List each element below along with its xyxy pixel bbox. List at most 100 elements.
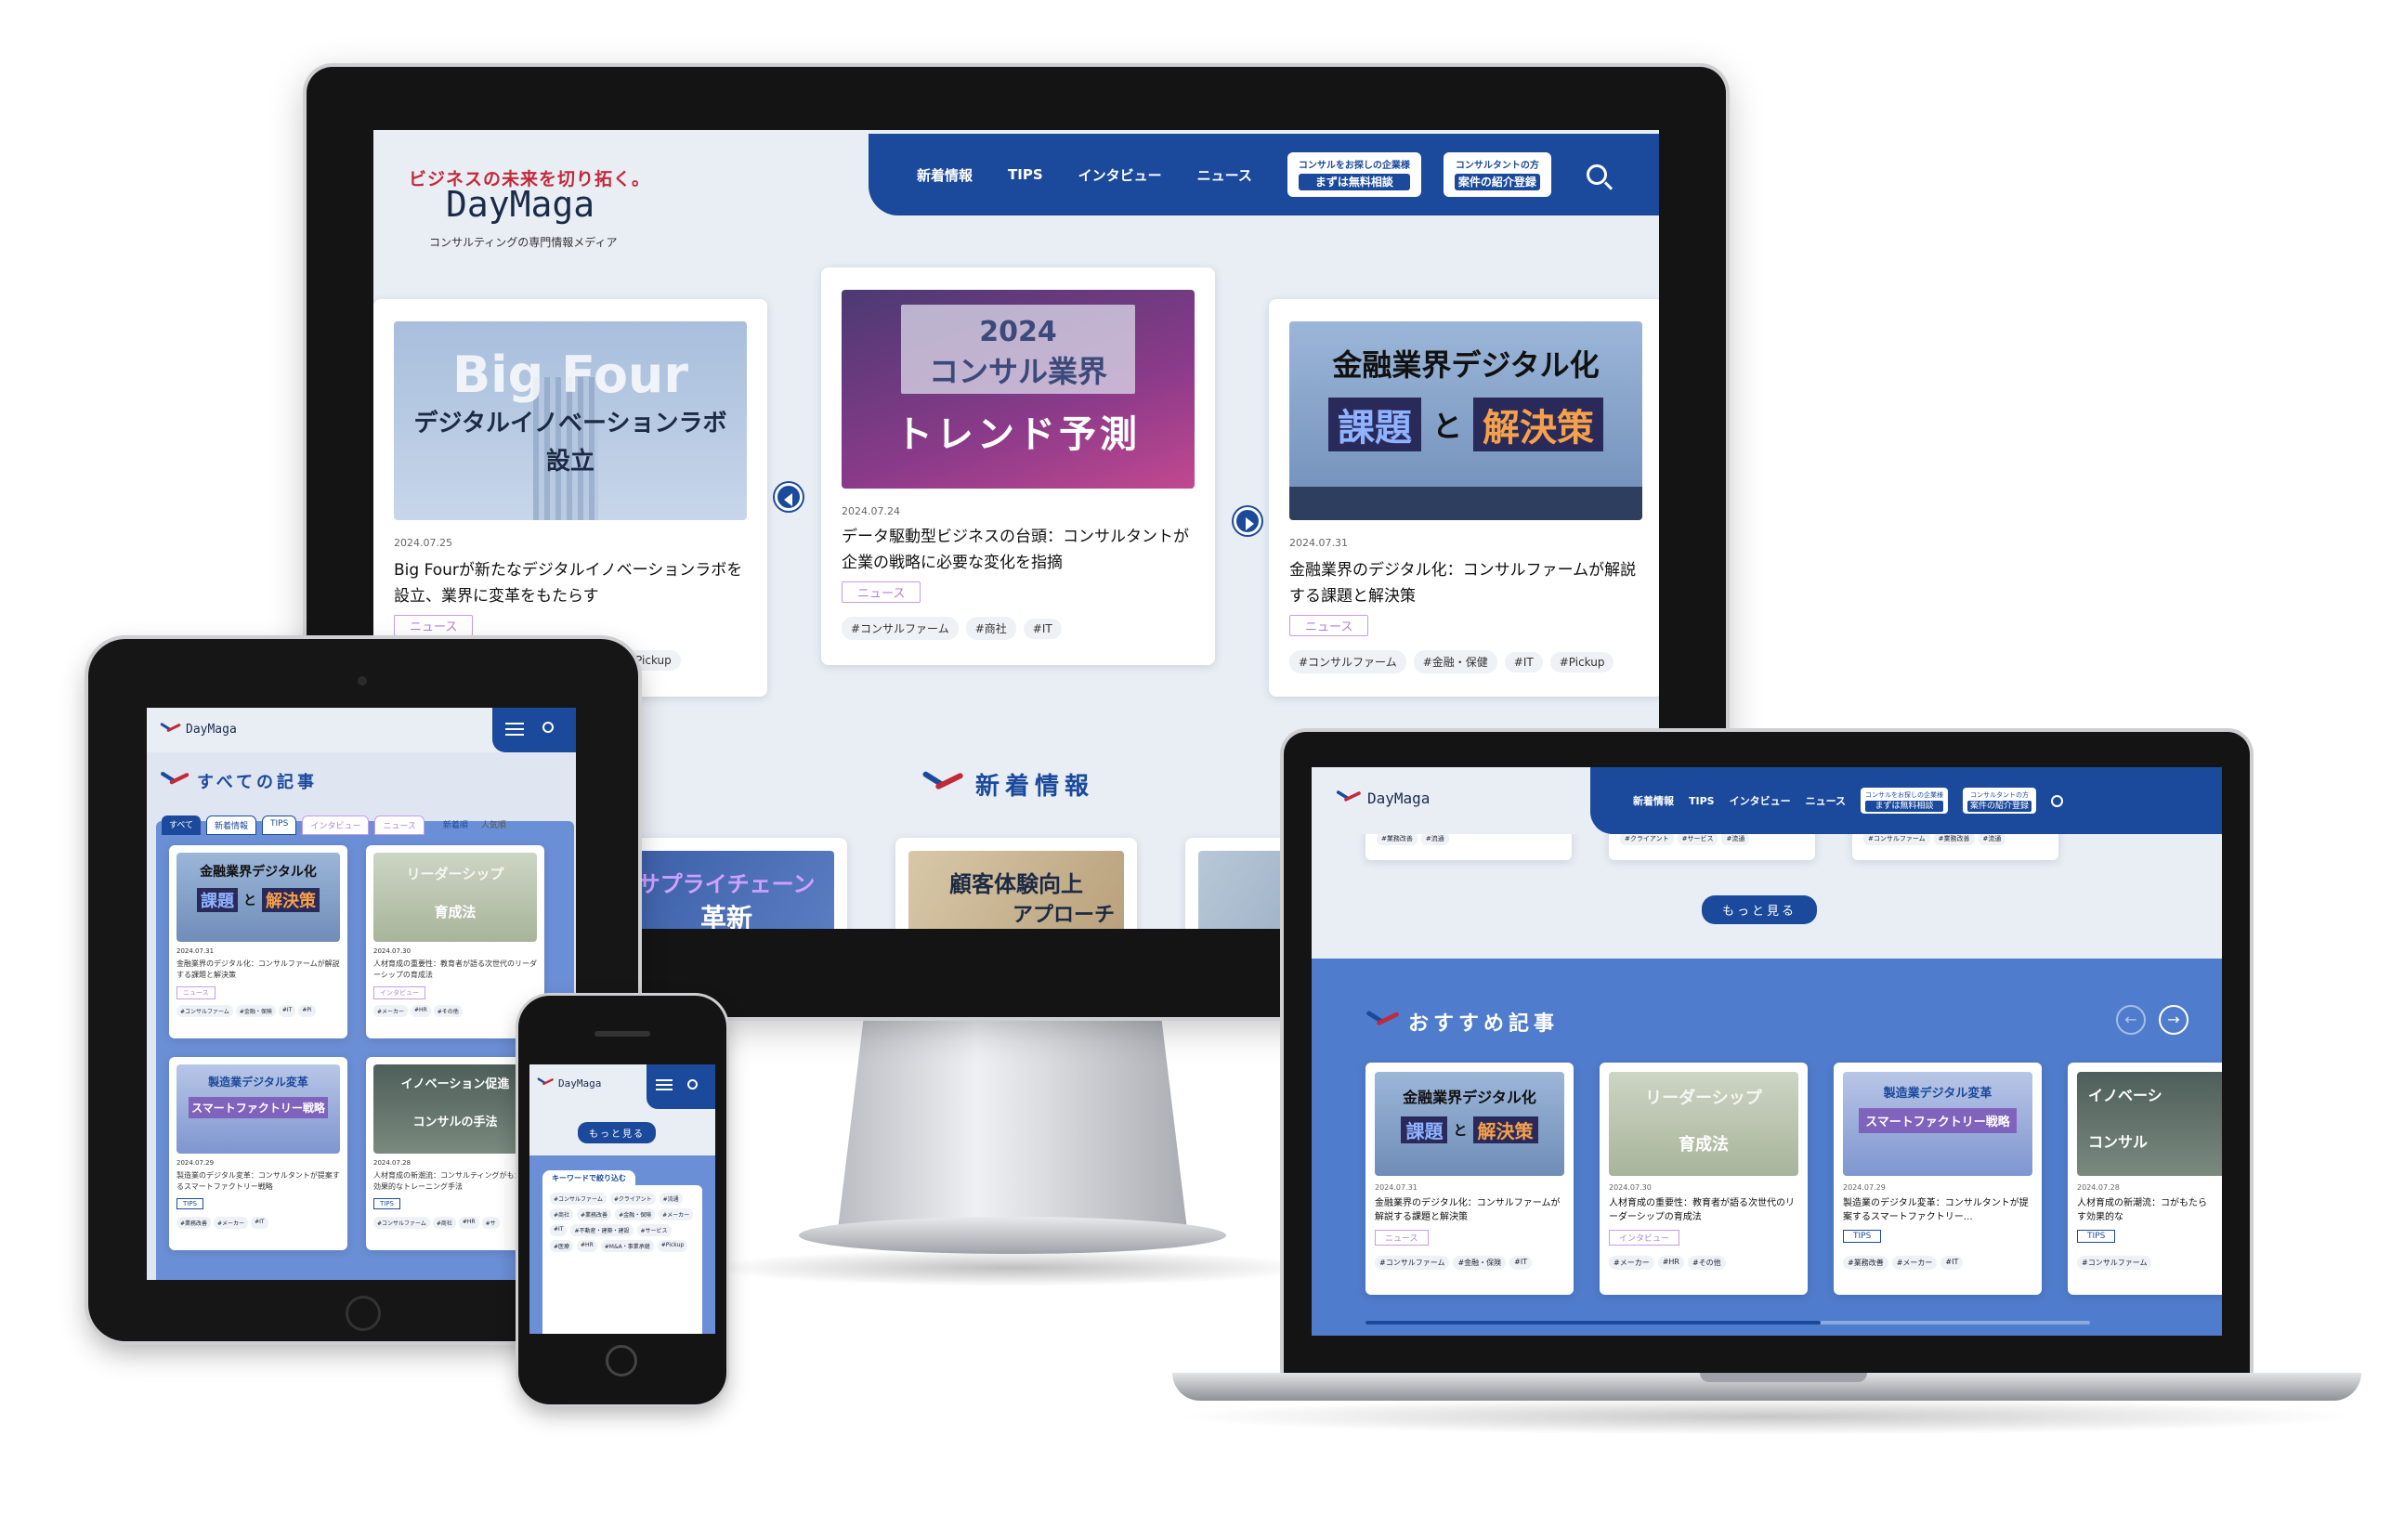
tag[interactable]: #M&A・事業承継 bbox=[600, 1240, 654, 1252]
tag[interactable]: #金融・保険 bbox=[235, 1005, 276, 1017]
tag[interactable]: #流通 bbox=[1721, 832, 1750, 845]
tag[interactable]: #HR bbox=[458, 1217, 479, 1229]
phone-more-button[interactable]: もっと見る bbox=[578, 1122, 656, 1143]
sort-new[interactable]: 新着順 bbox=[439, 816, 472, 835]
tablet-card-badge[interactable]: TIPS bbox=[373, 1198, 401, 1209]
tag[interactable]: #コンサルファーム bbox=[1375, 1256, 1450, 1270]
recommend-card-title[interactable]: 人材育成の重要性：教育者が語る次世代のリーダーシップの育成法 bbox=[1609, 1196, 1798, 1224]
tag[interactable]: #コンサルファーム bbox=[1289, 650, 1406, 673]
featured-title-2[interactable]: データ駆動型ビジネスの台頭：コンサルタントが企業の戦略に必要な変化を指摘 bbox=[842, 524, 1195, 576]
tag[interactable]: #コンサルファーム bbox=[176, 1005, 233, 1017]
tablet-card-2[interactable]: リーダーシップ 育成法 2024.07.30 人材育成の重要性：教育者が語る次世… bbox=[366, 845, 544, 1038]
recommend-card-badge[interactable]: TIPS bbox=[1843, 1230, 1882, 1243]
tag[interactable]: #流通 bbox=[1420, 832, 1449, 845]
tab-tips[interactable]: TIPS bbox=[262, 816, 297, 835]
recommend-scrollbar-thumb[interactable] bbox=[1365, 1321, 1821, 1325]
cta-company-button[interactable]: コンサルをお探しの企業様 まずは無料相談 bbox=[1287, 152, 1421, 197]
tag[interactable]: #サービス bbox=[1677, 832, 1718, 845]
tag[interactable]: #Pickup bbox=[657, 1240, 688, 1252]
new-card-1[interactable]: サプライチェーン 革新 bbox=[606, 838, 847, 929]
tag[interactable]: #金融・保健 bbox=[1413, 650, 1497, 673]
featured-card-3[interactable]: 金融業界デジタル化 課題 と 解決策 2024.07.31 金融業界のデジタル化… bbox=[1269, 299, 1659, 697]
recommend-card-title[interactable]: 製造業のデジタル変革：コンサルタントが提案するスマートファクトリー… bbox=[1843, 1196, 2032, 1224]
phone-search-label[interactable]: キーワードで絞り込む bbox=[542, 1170, 635, 1186]
tag[interactable]: #HR bbox=[577, 1240, 597, 1252]
recommend-card-badge[interactable]: インタビュー bbox=[1609, 1230, 1680, 1246]
recommend-prev-button[interactable]: ← bbox=[2116, 1005, 2146, 1035]
tag[interactable]: #メーカー bbox=[214, 1217, 249, 1229]
tablet-card-1[interactable]: 金融業界デジタル化 課題 と 解決策 2024.07.31 金融業界のデジタル化… bbox=[169, 845, 347, 1038]
nav-item-news[interactable]: ニュース bbox=[1197, 165, 1252, 185]
search-icon[interactable] bbox=[2051, 794, 2064, 807]
tag[interactable]: #商社 bbox=[550, 1208, 574, 1220]
cta-consultant-button[interactable]: コンサルタントの方 案件の紹介登録 bbox=[1443, 152, 1551, 197]
tag[interactable]: #コンサルファーム bbox=[2077, 1256, 2152, 1270]
recommend-card-title[interactable]: 金融業界のデジタル化：コンサルファームが解説する課題と解決策 bbox=[1375, 1196, 1564, 1224]
tag[interactable]: #業務改善 bbox=[577, 1208, 612, 1220]
tag[interactable]: #IT bbox=[1023, 619, 1062, 639]
tablet-card-title[interactable]: 製造業のデジタル変革：コンサルタントが提案するスマートファクトリー戦略 bbox=[176, 1170, 340, 1193]
tab-interview[interactable]: インタビュー bbox=[302, 816, 370, 835]
cta-company-button[interactable]: コンサルをお探しの企業様 まずは無料相談 bbox=[1861, 788, 1949, 814]
tag[interactable]: #Pi bbox=[298, 1005, 316, 1017]
tablet-card-badge[interactable]: ニュース bbox=[176, 986, 216, 999]
tag[interactable]: #メーカー bbox=[1609, 1256, 1654, 1270]
recommend-card-badge[interactable]: TIPS bbox=[2077, 1230, 2116, 1243]
new-card-2[interactable]: 顧客体験向上 アプローチ bbox=[895, 838, 1137, 929]
tag[interactable]: #その他 bbox=[433, 1005, 463, 1017]
nav-item-new[interactable]: 新着情報 bbox=[917, 165, 973, 185]
laptop-more-button[interactable]: もっと見る bbox=[1702, 895, 1818, 924]
tag[interactable]: #金融・保険 bbox=[615, 1208, 656, 1220]
tab-new[interactable]: 新着情報 bbox=[206, 816, 257, 835]
tag[interactable]: #業務改善 bbox=[1377, 832, 1418, 845]
nav-item-new[interactable]: 新着情報 bbox=[1633, 793, 1674, 808]
tag[interactable]: #その他 bbox=[1687, 1256, 1726, 1270]
tag[interactable]: #サービス bbox=[636, 1224, 672, 1236]
cta-consultant-button[interactable]: コンサルタントの方 案件の紹介登録 bbox=[1963, 788, 2037, 814]
featured-card-2[interactable]: 2024 コンサル業界 トレンド予測 2024.07.24 データ駆動型ビジネス… bbox=[821, 268, 1215, 665]
featured-category-2[interactable]: ニュース bbox=[842, 581, 921, 603]
tag[interactable]: #IT bbox=[251, 1217, 268, 1229]
tag[interactable]: #流通 bbox=[1978, 832, 2006, 845]
tag[interactable]: #IT bbox=[1509, 1256, 1533, 1270]
nav-item-news[interactable]: ニュース bbox=[1806, 793, 1846, 808]
tablet-card-badge[interactable]: TIPS bbox=[176, 1198, 204, 1209]
tag[interactable]: #業務改善 bbox=[176, 1217, 212, 1229]
sort-popular[interactable]: 人気順 bbox=[477, 816, 510, 835]
tag[interactable]: #IT bbox=[1940, 1256, 1964, 1270]
search-icon[interactable] bbox=[1586, 164, 1607, 185]
recommend-card-4[interactable]: イノベーシ コンサル 2024.07.28 人材育成の新潮流：コがもたらす効果的… bbox=[2068, 1063, 2222, 1295]
tablet-card-3[interactable]: 製造業デジタル変革 スマートファクトリー戦略 2024.07.29 製造業のデジ… bbox=[169, 1057, 347, 1250]
carousel-next-button[interactable] bbox=[1234, 507, 1261, 535]
tag[interactable]: #不動産・建築・建設 bbox=[570, 1224, 634, 1236]
tab-all[interactable]: すべて bbox=[162, 816, 202, 835]
tag[interactable]: #業務改善 bbox=[1843, 1256, 1888, 1270]
tag[interactable]: #流通 bbox=[659, 1193, 683, 1205]
tag[interactable]: #クライアント bbox=[1620, 832, 1674, 845]
tag[interactable]: #クライアント bbox=[609, 1193, 656, 1205]
featured-title-1[interactable]: Big Fourが新たなデジタルイノベーションラボを設立、業界に変革をもたらす bbox=[394, 557, 747, 609]
featured-category-3[interactable]: ニュース bbox=[1289, 615, 1369, 636]
tag[interactable]: #HR bbox=[1657, 1256, 1684, 1270]
menu-icon[interactable] bbox=[505, 723, 524, 736]
tag[interactable]: #IT bbox=[550, 1224, 568, 1236]
tag[interactable]: #金融・保険 bbox=[1453, 1256, 1507, 1270]
tag[interactable]: #メーカー bbox=[1891, 1256, 1938, 1270]
tablet-card-title[interactable]: 金融業界のデジタル化：コンサルファームが解説する課題と解決策 bbox=[176, 959, 340, 981]
tag[interactable]: #サ bbox=[481, 1217, 500, 1229]
nav-item-interview[interactable]: インタビュー bbox=[1078, 165, 1162, 185]
recommend-card-title[interactable]: 人材育成の新潮流：コがもたらす効果的な bbox=[2077, 1196, 2207, 1224]
tag[interactable]: #商社 bbox=[432, 1217, 456, 1229]
tag[interactable]: #コンサルファーム bbox=[373, 1217, 430, 1229]
tag[interactable]: #HR bbox=[411, 1005, 431, 1017]
search-icon[interactable] bbox=[687, 1079, 698, 1090]
tag[interactable]: #IT bbox=[278, 1005, 296, 1017]
tablet-card-title[interactable]: 人材育成の重要性：教育者が語る次世代のリーダーシップの育成法 bbox=[373, 959, 537, 981]
recommend-next-button[interactable]: → bbox=[2159, 1005, 2188, 1035]
carousel-prev-button[interactable] bbox=[775, 483, 803, 511]
tablet-card-title[interactable]: 人材育成の新潮流：コンサルティングがもたらす効果的なトレーニング手法 bbox=[373, 1170, 537, 1193]
tag[interactable]: #メーカー bbox=[659, 1208, 694, 1220]
featured-card-1[interactable]: Big Four デジタルイノベーションラボ 設立 2024.07.25 Big… bbox=[373, 299, 767, 697]
nav-item-tips[interactable]: TIPS bbox=[1689, 795, 1715, 807]
site-logo[interactable]: DayMaga bbox=[446, 184, 594, 225]
